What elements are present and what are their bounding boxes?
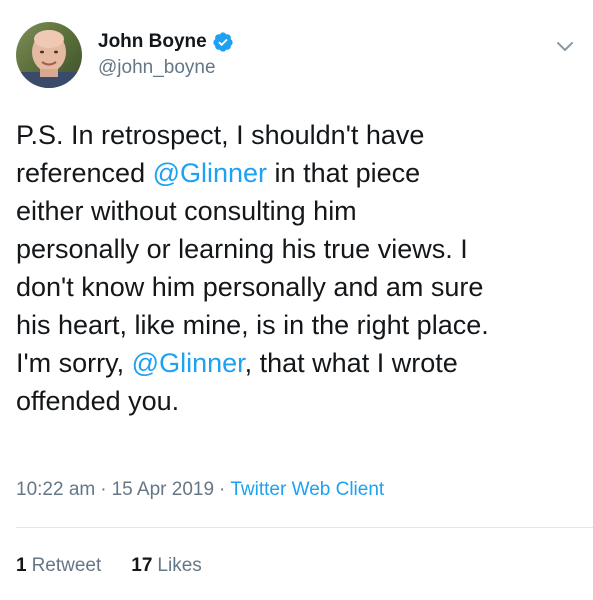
tweet-line: either without consulting him — [16, 192, 581, 230]
tweet-line: offended you. — [16, 382, 581, 420]
tweet-time[interactable]: 10:22 am — [16, 479, 95, 500]
mention-link[interactable]: @Glinner — [153, 158, 267, 188]
meta-separator: · — [219, 479, 226, 500]
tweet-text-segment: his heart, like mine, is in the right pl… — [16, 310, 489, 340]
tweet-line: I'm sorry, @Glinner, that what I wrote — [16, 344, 581, 382]
tweet-line: don't know him personally and am sure — [16, 268, 581, 306]
tweet-text-segment: personally or learning his true views. I — [16, 234, 468, 264]
name-row: John Boyne — [98, 29, 234, 55]
tweet-text-segment: in that piece — [267, 158, 421, 188]
tweet-stats: 1 Retweet 17 Likes — [16, 555, 232, 577]
tweet-text-segment: I'm sorry, — [16, 348, 132, 378]
tweet-line: referenced @Glinner in that piece — [16, 154, 581, 192]
retweets-label: Retweet — [31, 555, 102, 576]
tweet-line: personally or learning his true views. I — [16, 230, 581, 268]
author-handle[interactable]: @john_boyne — [98, 57, 234, 79]
tweet-client-link[interactable]: Twitter Web Client — [230, 479, 384, 500]
tweet-text-segment: P.S. In retrospect, I shouldn't have — [16, 120, 425, 150]
retweets-count: 1 — [16, 555, 27, 576]
verified-badge-icon — [213, 32, 233, 52]
meta-separator: · — [100, 479, 107, 500]
tweet-date[interactable]: 15 Apr 2019 — [112, 479, 214, 500]
tweet-text-segment: offended you. — [16, 386, 180, 416]
tweet-meta: 10:22 am · 15 Apr 2019 · Twitter Web Client — [16, 479, 384, 501]
divider — [16, 527, 593, 528]
tweet-line: his heart, like mine, is in the right pl… — [16, 306, 581, 344]
tweet-line: P.S. In retrospect, I shouldn't have — [16, 116, 581, 154]
tweet-text-segment: don't know him personally and am sure — [16, 272, 484, 302]
likes-label: Likes — [157, 555, 202, 576]
likes-stat[interactable]: 17 Likes — [131, 555, 202, 577]
mention-link[interactable]: @Glinner — [132, 348, 245, 378]
retweets-stat[interactable]: 1 Retweet — [16, 555, 101, 577]
avatar[interactable] — [16, 22, 82, 88]
author-identity: John Boyne @john_boyne — [98, 29, 234, 79]
likes-count: 17 — [131, 555, 153, 576]
tweet-text-segment: , that what I wrote — [244, 348, 458, 378]
tweet-text: P.S. In retrospect, I shouldn't have ref… — [16, 116, 581, 420]
author-display-name[interactable]: John Boyne — [98, 31, 207, 53]
tweet-card: John Boyne @john_boyne P.S. In retrospec… — [0, 0, 593, 600]
tweet-text-segment: either without consulting him — [16, 196, 357, 226]
tweet-header: John Boyne @john_boyne — [16, 22, 577, 88]
tweet-text-segment: referenced — [16, 158, 153, 188]
chevron-down-icon[interactable] — [553, 34, 577, 58]
avatar-image — [16, 22, 82, 88]
